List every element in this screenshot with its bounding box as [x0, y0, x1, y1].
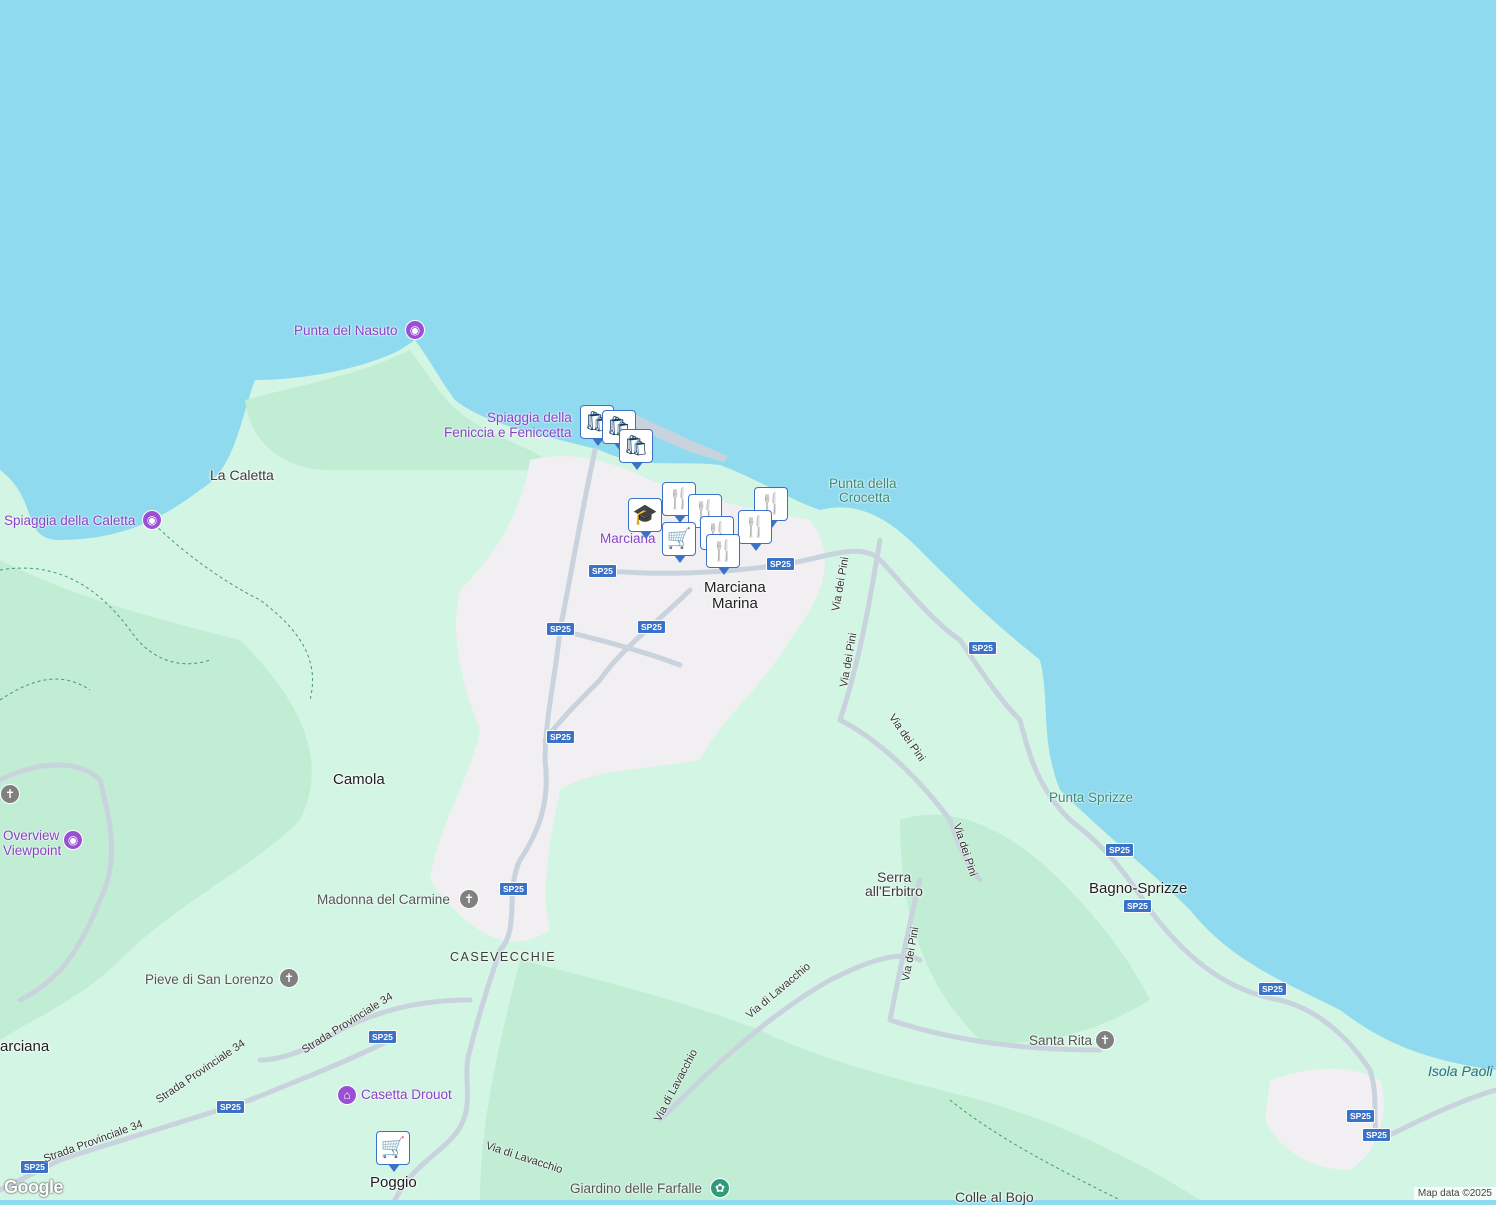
poi-label-punta-crocetta-2[interactable]: Crocetta: [839, 490, 890, 506]
poi-label-madonna-del-carmine[interactable]: Madonna del Carmine: [317, 892, 450, 908]
place-label-serra-2: all'Erbitro: [865, 883, 923, 899]
road-shield-sp25: SP25: [1362, 1128, 1391, 1142]
poi-label-spiaggia-feniccia-2[interactable]: Feniccia e Feniccetta: [444, 425, 572, 441]
poi-label-spiaggia-feniccia-1[interactable]: Spiaggia della: [487, 410, 572, 426]
road-shield-sp25: SP25: [968, 641, 997, 655]
shopping-cart-icon: 🛒: [666, 528, 692, 550]
poi-label-overview-2[interactable]: Viewpoint: [3, 843, 61, 859]
poi-label-punta-sprizze[interactable]: Punta Sprizze: [1049, 790, 1133, 806]
camera-icon[interactable]: ◉: [405, 320, 425, 340]
road-shield-sp25: SP25: [637, 620, 666, 634]
google-logo: Google: [4, 1177, 64, 1197]
poi-label-spiaggia-della-caletta[interactable]: Spiaggia della Caletta: [4, 513, 135, 529]
road-shield-sp25: SP25: [546, 730, 575, 744]
road-shield-sp25: SP25: [766, 557, 795, 571]
shopping-cart-icon: 🛒: [380, 1137, 406, 1159]
place-label-colle-al-bojo: Colle al Bojo: [955, 1189, 1034, 1205]
poi-label-casetta-drouot[interactable]: Casetta Drouot: [361, 1087, 452, 1103]
town-label-marciana: arciana: [0, 1038, 50, 1055]
shopping-cart-marker[interactable]: 🛒: [662, 522, 696, 563]
water-label-isola-paolina: Isola Paoli: [1428, 1063, 1493, 1079]
restaurant-marker[interactable]: 🍴: [738, 510, 772, 551]
church-icon[interactable]: ✝: [459, 889, 479, 909]
garden-icon[interactable]: ✿: [710, 1178, 730, 1198]
restaurant-marker[interactable]: 🍴: [706, 534, 740, 575]
poi-label-overview-1[interactable]: Overview: [3, 828, 59, 844]
place-label-camola: Camola: [333, 771, 385, 788]
place-label-casevecchie: CASEVECCHIE: [450, 950, 557, 964]
restaurant-icon: 🍴: [710, 540, 736, 562]
restaurant-icon: 🍴: [742, 516, 768, 538]
road-shield-sp25: SP25: [499, 882, 528, 896]
shopping-bag-marker[interactable]: 🛍: [619, 429, 653, 470]
town-label-marciana-marina-1: Marciana: [704, 579, 766, 596]
school-marker[interactable]: 🎓: [628, 498, 662, 539]
church-icon[interactable]: ✝: [1095, 1030, 1115, 1050]
road-shield-sp25: SP25: [1258, 982, 1287, 996]
poi-label-giardino-delle-farfalle[interactable]: Giardino delle Farfalle: [570, 1181, 702, 1197]
town-label-bagno-sprizze: Bagno-Sprizze: [1089, 880, 1188, 897]
town-label-poggio: Poggio: [370, 1174, 417, 1191]
road-shield-sp25: SP25: [216, 1100, 245, 1114]
road-shield-sp25: SP25: [1105, 843, 1134, 857]
poi-label-santa-rita[interactable]: Santa Rita: [1029, 1033, 1092, 1049]
museum-icon[interactable]: ⌂: [337, 1085, 357, 1105]
shopping-bag-icon: 🛍: [623, 435, 649, 457]
road-shield-sp25: SP25: [1123, 899, 1152, 913]
camera-icon[interactable]: ◉: [142, 510, 162, 530]
map-attribution[interactable]: Map data ©2025: [1413, 1187, 1496, 1200]
place-label-la-caletta: La Caletta: [210, 467, 274, 483]
road-shield-sp25: SP25: [546, 622, 575, 636]
camera-icon[interactable]: ◉: [63, 830, 83, 850]
school-icon: 🎓: [632, 504, 658, 526]
church-icon[interactable]: ✝: [0, 784, 20, 804]
shopping-cart-marker[interactable]: 🛒: [376, 1131, 410, 1172]
road-shield-sp25: SP25: [588, 564, 617, 578]
poi-label-pieve-di-san-lorenzo[interactable]: Pieve di San Lorenzo: [145, 972, 273, 988]
road-shield-sp25: SP25: [1346, 1109, 1375, 1123]
road-shield-sp25: SP25: [368, 1030, 397, 1044]
poi-label-punta-del-nasuto[interactable]: Punta del Nasuto: [294, 323, 398, 339]
church-icon[interactable]: ✝: [279, 968, 299, 988]
town-label-marciana-marina-2: Marina: [712, 595, 758, 612]
